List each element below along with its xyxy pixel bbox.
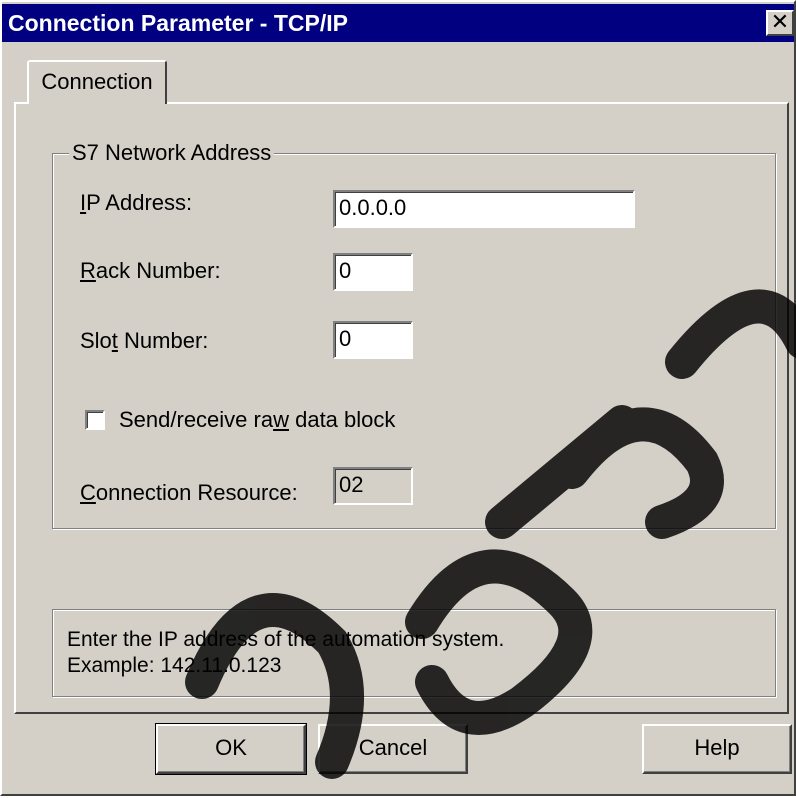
window-title: Connection Parameter - TCP/IP [8,10,348,36]
connection-resource-label: Connection Resource: [80,480,298,505]
s7-network-address-group: S7 Network Address IP Address: 0.0.0.0 R… [52,141,776,529]
ip-address-input[interactable]: 0.0.0.0 [333,190,635,228]
connection-resource-field: 02 [333,467,413,505]
help-button[interactable]: Help [642,724,792,774]
ok-button[interactable]: OK [155,723,307,775]
slot-number-label: Slot Number: [80,328,209,353]
info-box: Enter the IP address of the automation s… [52,609,776,697]
tab-connection[interactable]: Connection [27,60,167,104]
tab-connection-label: Connection [41,69,153,94]
close-button[interactable]: ✕ [766,10,794,36]
connection-tab-panel: S7 Network Address IP Address: 0.0.0.0 R… [14,102,789,714]
info-text-line-1: Enter the IP address of the automation s… [67,628,505,651]
slot-number-input[interactable]: 0 [333,321,413,359]
rack-number-label: Rack Number: [80,258,221,283]
title-bar[interactable]: Connection Parameter - TCP/IP ✕ [2,4,794,42]
info-text-line-2: Example: 142.11.0.123 [67,654,282,677]
cancel-button[interactable]: Cancel [318,724,468,774]
raw-data-block-checkbox[interactable] [85,410,105,430]
rack-number-input[interactable]: 0 [333,253,413,291]
group-legend: S7 Network Address [69,141,275,165]
ip-address-label: IP Address: [80,190,193,215]
raw-data-block-label[interactable]: Send/receive raw data block [119,407,395,433]
close-icon: ✕ [770,9,790,34]
connection-parameter-dialog: Connection Parameter - TCP/IP ✕ Connecti… [0,0,796,796]
